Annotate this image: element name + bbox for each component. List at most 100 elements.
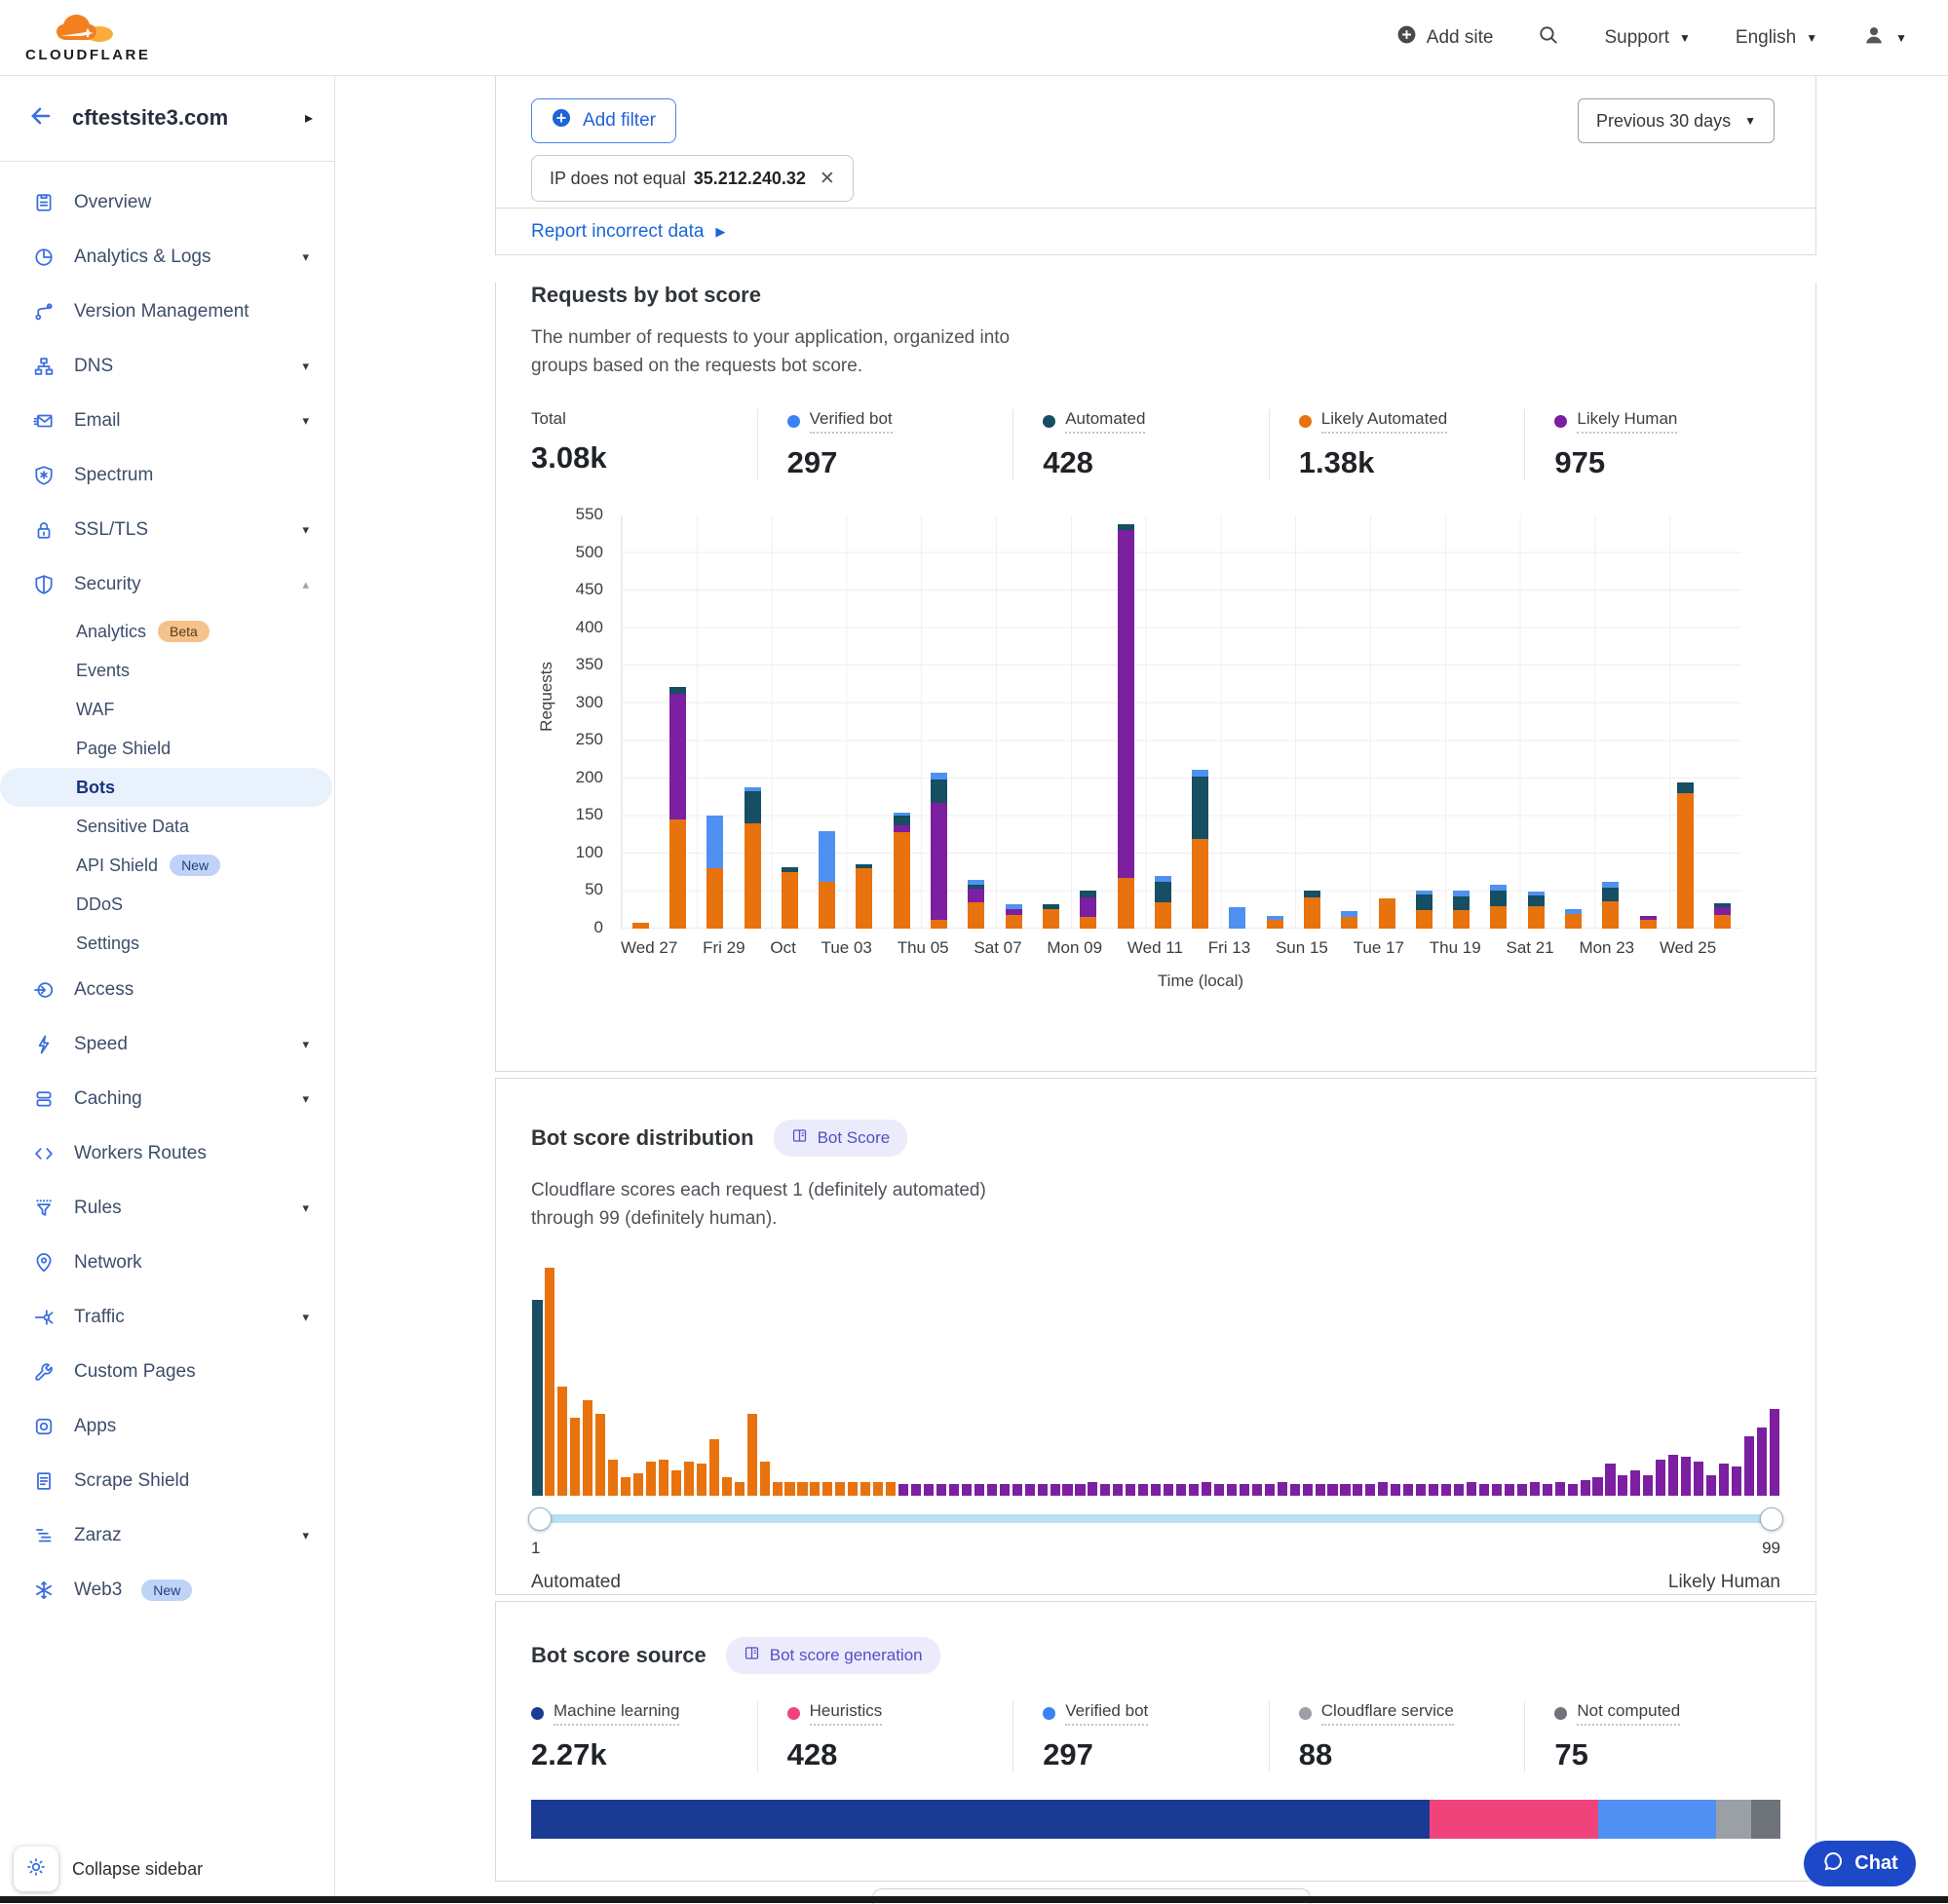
sidebar-item-access[interactable]: Access [0,963,334,1017]
stat-label[interactable]: Heuristics [810,1701,883,1726]
sidebar-item-label: Traffic [74,1307,125,1328]
stat-label[interactable]: Likely Automated [1321,409,1447,434]
stat-value: 297 [787,445,1013,480]
stat-machine-learning: Machine learning2.27k [531,1701,757,1772]
cloudflare-logo[interactable]: CLOUDFLARE [25,13,150,62]
gear-icon [25,1856,47,1883]
stat-label[interactable]: Likely Human [1577,409,1677,434]
sidebar-item-traffic[interactable]: Traffic ▾ [0,1290,334,1345]
chevron-down-icon: ▾ [302,1310,309,1325]
stat-cloudflare-service: Cloudflare service88 [1269,1701,1525,1772]
slider-handle-min[interactable] [528,1507,552,1531]
search-button[interactable] [1538,24,1559,52]
stat-verified-bot: Verified bot297 [1012,1701,1269,1772]
collapse-sidebar-label[interactable]: Collapse sidebar [72,1859,203,1880]
sidebar-item-email[interactable]: Email▾ [0,394,334,448]
sidebar-item-page-shield[interactable]: Page Shield [0,729,334,768]
chevron-down-icon: ▼ [1679,31,1691,45]
sidebar-item-events[interactable]: Events [0,651,334,690]
requests-card-description: The number of requests to your applicati… [531,324,1062,380]
histogram-bar [1680,1268,1693,1496]
spectrum-icon [33,465,55,486]
histogram-bar [834,1268,847,1496]
chevron-right-icon[interactable]: ▸ [305,108,313,128]
sidebar-item-api-shield[interactable]: API ShieldNew [0,846,334,885]
sidebar-item-analytics[interactable]: AnalyticsBeta [0,612,334,651]
sidebar-item-custom-pages[interactable]: Custom Pages [0,1345,334,1399]
slider-track[interactable] [531,1514,1780,1523]
overview-icon [33,192,55,213]
histogram-bar [1238,1268,1250,1496]
sidebar-item-sensitive-data[interactable]: Sensitive Data [0,807,334,846]
histogram-bar [594,1268,607,1496]
back-arrow-icon[interactable] [27,103,53,133]
stat-label[interactable]: Machine learning [554,1701,679,1726]
slider-min-value: 1 [531,1539,540,1558]
histogram-bar [1276,1268,1288,1496]
chat-button[interactable]: Chat [1804,1841,1916,1886]
histogram-bar [898,1268,910,1496]
sidebar-item-apps[interactable]: Apps [0,1399,334,1454]
stat-label[interactable]: Verified bot [810,409,893,434]
histogram-bar [1629,1268,1642,1496]
sidebar-item-web3[interactable]: Web3New [0,1563,334,1618]
network-icon [33,1252,55,1274]
stat-label[interactable]: Cloudflare service [1321,1701,1454,1726]
histogram-bar [1112,1268,1125,1496]
support-menu[interactable]: Support ▼ [1604,27,1690,49]
report-incorrect-data-link[interactable]: Report incorrect data [531,221,704,243]
sidebar-item-speed[interactable]: Speed▾ [0,1017,334,1072]
close-icon[interactable]: ✕ [820,168,835,190]
sidebar-item-rules[interactable]: Rules▾ [0,1181,334,1236]
stat-label[interactable]: Verified bot [1065,1701,1148,1726]
add-filter-button[interactable]: Add filter [531,98,676,143]
sidebar-item-security[interactable]: Security▴ [0,557,334,612]
requests-chart: Requests 0501001502002503003504004505005… [531,515,1780,929]
sidebar-item-spectrum[interactable]: Spectrum [0,448,334,503]
sidebar-item-label: API Shield [76,856,158,876]
chart-bar [883,515,920,929]
sidebar-item-network[interactable]: Network [0,1236,334,1290]
source-card-title: Bot score source [531,1643,707,1668]
score-range-slider[interactable] [531,1507,1780,1531]
chart-bar [771,515,808,929]
sidebar-item-ssl-tls[interactable]: SSL/TLS▾ [0,503,334,557]
sidebar-item-version-management[interactable]: Version Management [0,285,334,339]
account-menu[interactable]: ▼ [1862,23,1907,53]
sidebar-item-settings[interactable]: Settings [0,924,334,963]
date-range-button[interactable]: Previous 30 days ▼ [1578,98,1775,143]
stat-label[interactable]: Automated [1065,409,1145,434]
histogram-bar [998,1268,1011,1496]
histogram-bar [1718,1268,1731,1496]
speed-icon [33,1034,55,1055]
histogram-bar [847,1268,859,1496]
slider-handle-max[interactable] [1760,1507,1783,1531]
filter-chip[interactable]: IP does not equal 35.212.240.32 ✕ [531,155,854,202]
source-bar-segment-heuristics [1430,1800,1599,1839]
sidebar-item-dns[interactable]: DNS▾ [0,339,334,394]
bot-score-docs-badge[interactable]: Bot Score [774,1120,908,1157]
custom-pages-icon [33,1361,55,1383]
stat-label[interactable]: Not computed [1577,1701,1680,1726]
language-menu[interactable]: English ▼ [1736,27,1817,49]
histogram-bar [821,1268,834,1496]
sidebar-item-ddos[interactable]: DDoS [0,885,334,924]
chart-bar [1144,515,1181,929]
add-site-button[interactable]: Add site [1396,24,1494,51]
chevron-down-icon: ▼ [1744,114,1756,128]
sidebar-item-caching[interactable]: Caching▾ [0,1072,334,1126]
sidebar-item-workers-routes[interactable]: Workers Routes [0,1126,334,1181]
legend-dot-icon [1299,415,1312,428]
sidebar-item-bots[interactable]: Bots [0,768,332,807]
sidebar-item-zaraz[interactable]: Zaraz▾ [0,1508,334,1563]
sidebar-item-overview[interactable]: Overview [0,175,334,230]
chart-bar [958,515,995,929]
sidebar-item-analytics-logs[interactable]: Analytics & Logs▾ [0,230,334,285]
bot-score-generation-docs-badge[interactable]: Bot score generation [726,1637,940,1674]
histogram-bar [1503,1268,1515,1496]
settings-gear-button[interactable] [14,1847,58,1891]
distribution-card-title: Bot score distribution [531,1125,754,1151]
histogram-bar [985,1268,998,1496]
sidebar-item-waf[interactable]: WAF [0,690,334,729]
sidebar-item-scrape-shield[interactable]: Scrape Shield [0,1454,334,1508]
